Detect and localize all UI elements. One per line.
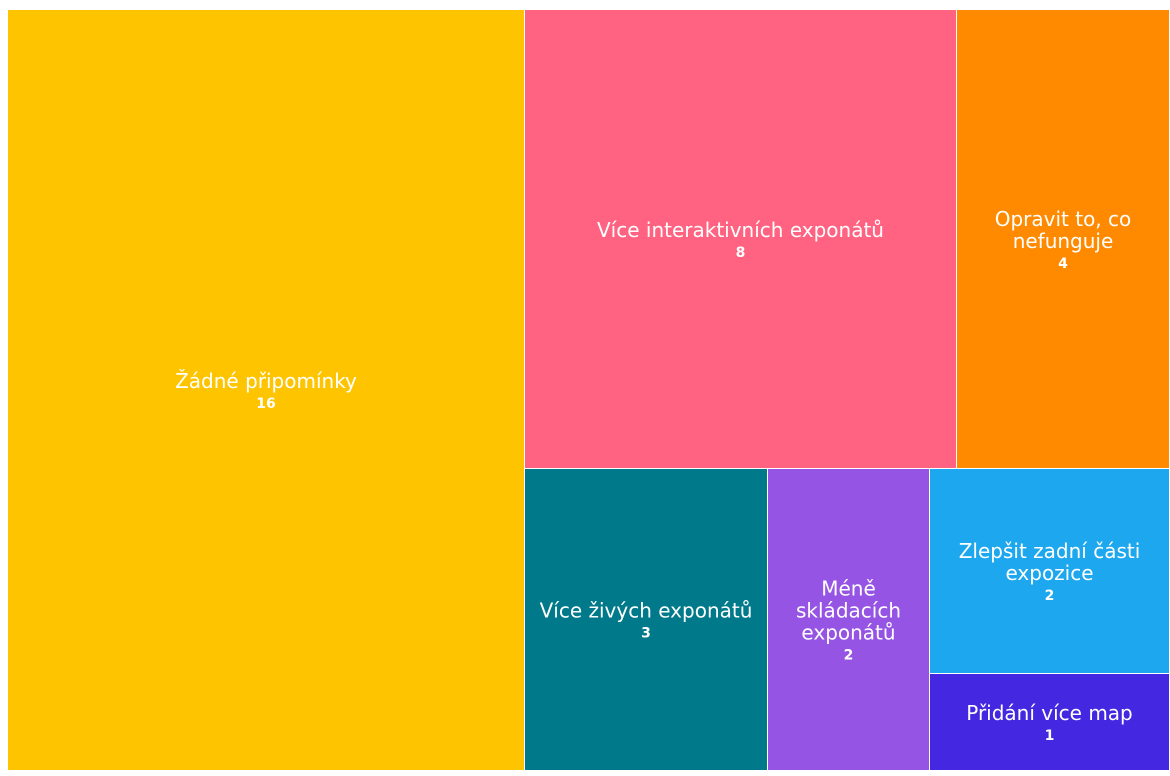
treemap-value: 2 <box>1045 588 1055 604</box>
treemap-cell: Zlepšit zadní části expozice2 <box>930 469 1169 673</box>
treemap-label: Žádné připomínky <box>175 369 357 393</box>
treemap-value: 16 <box>256 396 275 412</box>
treemap-svg: Žádné připomínky 16 Více interaktivních ex… <box>8 10 1169 770</box>
treemap-value: 1 <box>1045 728 1055 744</box>
treemap-cell: Žádné připomínky 16 <box>8 10 524 770</box>
treemap-label: Opravit to, co nefunguje <box>995 207 1132 253</box>
treemap-cell: Opravit to, co nefunguje 4 <box>957 10 1169 468</box>
treemap-cell: Méně skládacích exponátů2 <box>768 469 929 770</box>
treemap-label: Více interaktivních exponátů <box>597 218 884 242</box>
treemap-value: 3 <box>641 626 651 642</box>
treemap-cell: Více interaktivních exponátů 8 <box>525 10 956 468</box>
treemap-value: 8 <box>736 245 746 261</box>
treemap-chart: Žádné připomínky 16 Více interaktivních ex… <box>0 0 1170 772</box>
treemap-cell: Přidání více map 1 <box>930 674 1169 770</box>
treemap-value: 4 <box>1058 256 1068 272</box>
treemap-label: Více živých exponátů <box>540 599 753 623</box>
treemap-label: Přidání více map <box>966 701 1133 725</box>
treemap-value: 2 <box>844 648 854 664</box>
treemap-cell: Více živých exponátů 3 <box>525 469 767 770</box>
